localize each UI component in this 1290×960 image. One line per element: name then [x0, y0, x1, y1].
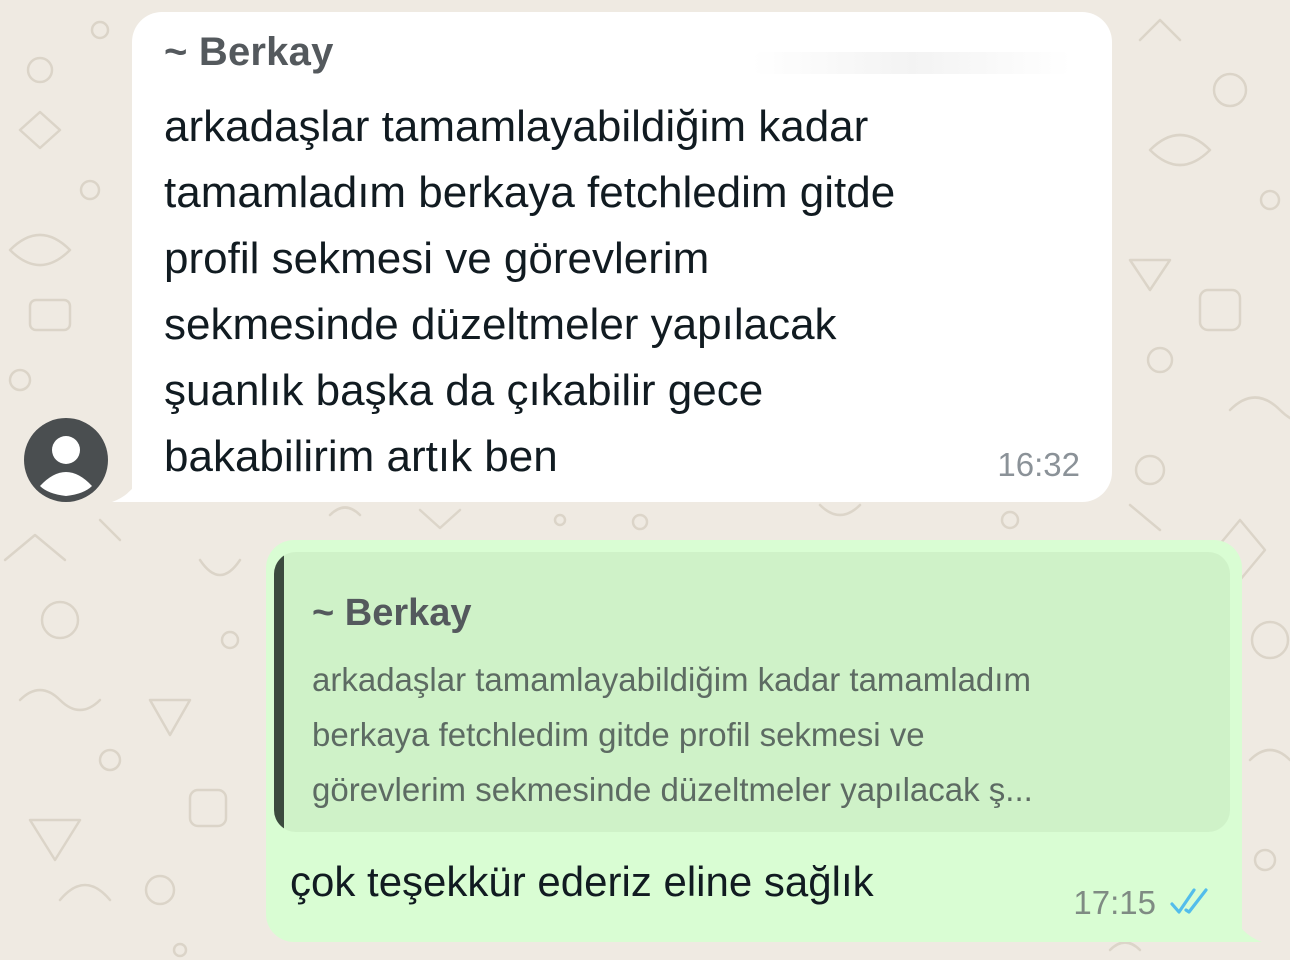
- quoted-message[interactable]: ~ Berkay arkadaşlar tamamlayabildiğim ka…: [274, 552, 1230, 832]
- quoted-sender-name: ~ Berkay: [312, 592, 472, 634]
- message-line: sekmesinde düzeltmeler yapılacak: [164, 300, 837, 349]
- incoming-timestamp: 16:32: [997, 446, 1080, 483]
- message-line: bakabilirim artık ben: [164, 432, 558, 481]
- double-check-icon: [1170, 888, 1208, 914]
- outgoing-timestamp: 17:15: [1073, 884, 1156, 921]
- incoming-message-text: arkadaşlar tamamlayabildiğim kadar tamam…: [164, 94, 1044, 490]
- outgoing-message-bubble[interactable]: ~ Berkay arkadaşlar tamamlayabildiğim ka…: [266, 540, 1242, 942]
- blurred-phone-number: [752, 52, 1072, 74]
- quote-accent-bar: [274, 552, 284, 832]
- quoted-message-text: arkadaşlar tamamlayabildiğim kadar tamam…: [312, 652, 1212, 817]
- outgoing-message-text: çok teşekkür ederiz eline sağlık: [290, 858, 874, 905]
- quoted-line: arkadaşlar tamamlayabildiğim kadar tamam…: [312, 661, 1031, 698]
- quoted-line: görevlerim sekmesinde düzeltmeler yapıla…: [312, 771, 1033, 808]
- message-line: tamamladım berkaya fetchledim gitde: [164, 168, 896, 217]
- sender-name[interactable]: ~ Berkay: [164, 30, 334, 75]
- message-line: şuanlık başka da çıkabilir gece: [164, 366, 764, 415]
- quoted-line: berkaya fetchledim gitde profil sekmesi …: [312, 716, 925, 753]
- sender-avatar[interactable]: [24, 418, 108, 502]
- incoming-message-bubble[interactable]: ~ Berkay arkadaşlar tamamlayabildiğim ka…: [132, 12, 1112, 502]
- person-icon: [40, 436, 92, 496]
- message-line: arkadaşlar tamamlayabildiğim kadar: [164, 102, 869, 151]
- message-line: profil sekmesi ve görevlerim: [164, 234, 710, 283]
